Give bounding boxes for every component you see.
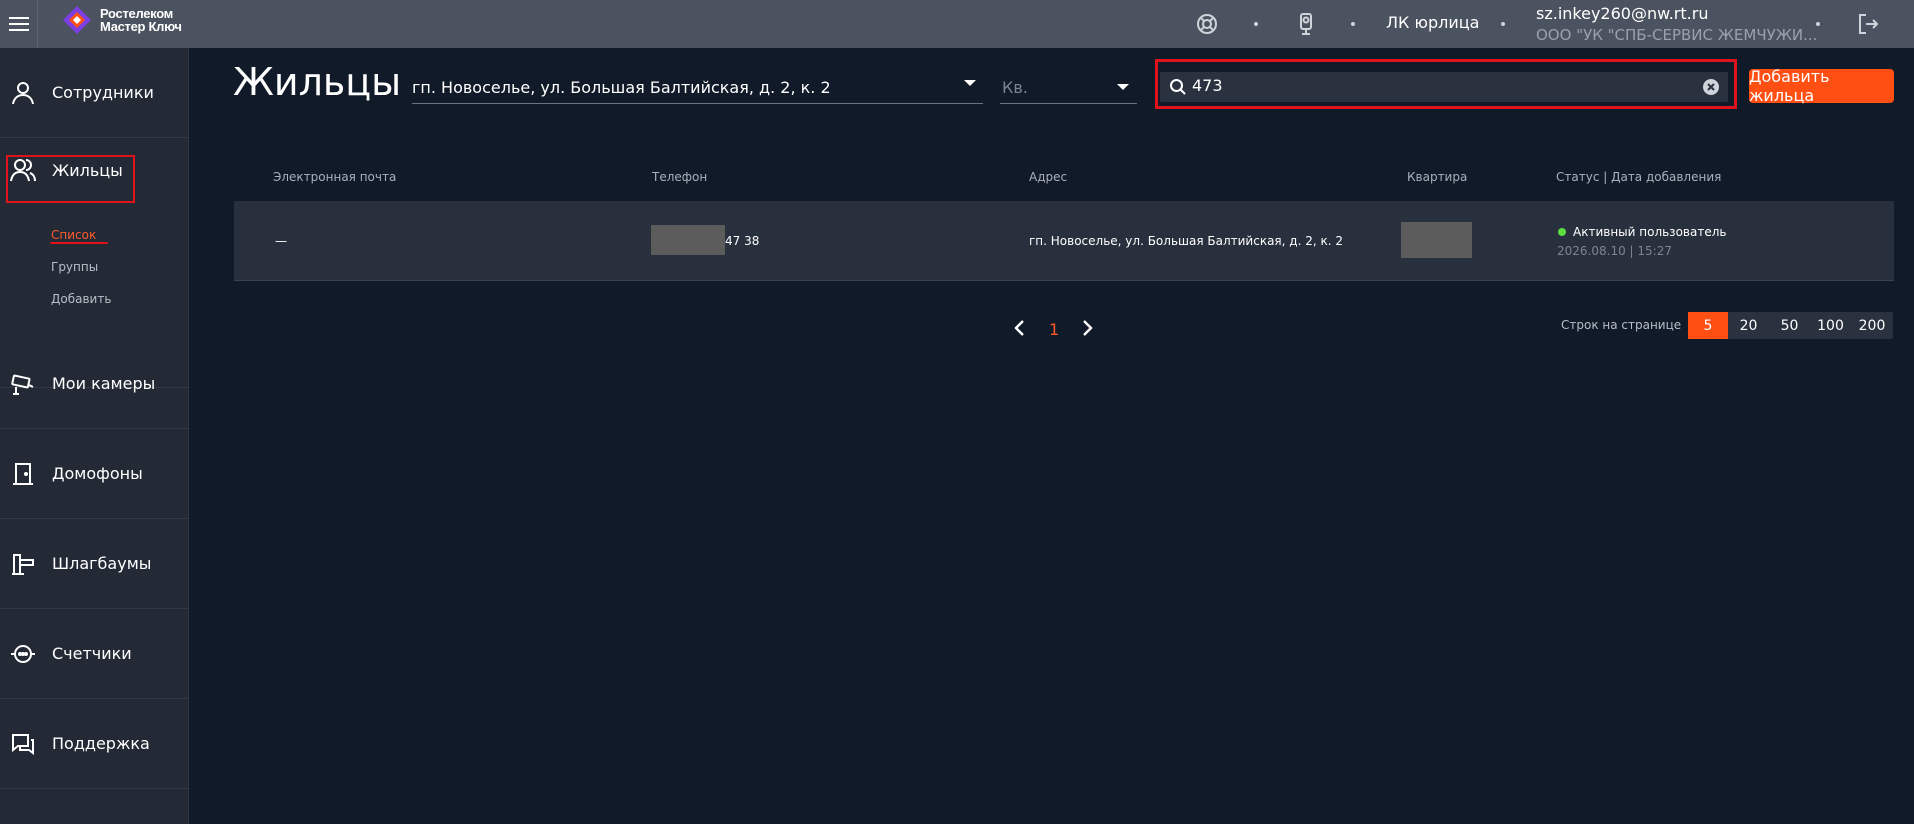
top-bar: Ростелеком Мастер Ключ ЛК юрлица sz.inke… [0,0,1914,48]
account-type[interactable]: ЛК юрлица [1386,13,1479,32]
chevron-down-icon [1117,84,1129,90]
sidebar-item-label: Шлагбаумы [52,554,152,573]
active-underline [50,242,108,244]
sidebar: Сотрудники Жильцы Список Группы Добавить… [0,48,189,824]
sidebar-item-meters[interactable]: Счетчики [0,609,189,699]
rows-option-100[interactable]: 100 [1810,312,1851,339]
meter-icon [11,644,35,663]
column-header-status[interactable]: Статус | Дата добавления [1556,170,1721,184]
submenu-groups[interactable]: Группы [51,260,98,274]
status-active-dot [1558,228,1566,236]
rows-option-200[interactable]: 200 [1851,312,1893,339]
address-select[interactable]: гп. Новоселье, ул. Большая Балтийская, д… [412,70,983,104]
add-resident-button[interactable]: Добавить жильца [1749,67,1894,105]
user-email[interactable]: sz.inkey260@nw.rt.ru [1536,4,1708,23]
logo-text: Ростелеком Мастер Ключ [100,7,182,33]
page-title: Жильцы [233,60,402,104]
sidebar-item-support[interactable]: Поддержка [0,699,189,789]
address-select-value: гп. Новоселье, ул. Большая Балтийская, д… [412,78,831,97]
rows-per-page-label: Строк на странице [1561,318,1682,332]
sidebar-item-barriers[interactable]: Шлагбаумы [0,519,189,609]
sidebar-item-label: Сотрудники [52,83,154,102]
chevron-down-icon [964,80,976,86]
cell-address: гп. Новоселье, ул. Большая Балтийская, д… [1029,234,1343,248]
barrier-icon [12,553,34,575]
column-header-address[interactable]: Адрес [1029,170,1067,184]
rows-option-50[interactable]: 50 [1769,312,1810,339]
cell-date: 2026.08.10 | 15:27 [1557,244,1672,258]
lifebuoy-icon[interactable] [1195,12,1219,36]
column-header-phone[interactable]: Телефон [652,170,707,184]
sidebar-item-label: Счетчики [52,644,132,663]
company-name: ООО "УК "СПБ-СЕРВИС ЖЕМЧУЖИ... [1536,26,1818,44]
logout-icon[interactable] [1856,12,1880,36]
sidebar-item-label: Мои камеры [52,374,156,393]
separator-dot [1254,22,1258,26]
active-item-highlight [6,155,135,203]
page-number[interactable]: 1 [1049,320,1059,339]
clear-icon[interactable] [1703,79,1719,95]
logo-mark-icon [63,6,91,34]
separator-dot [1501,22,1505,26]
rows-option-5[interactable]: 5 [1688,312,1728,339]
cell-status: Активный пользователь [1573,225,1727,239]
sidebar-item-intercoms[interactable]: Домофоны [0,429,189,519]
search-icon [1170,79,1186,95]
search-input[interactable] [1192,76,1672,95]
camera-icon [11,374,34,395]
submenu-list[interactable]: Список [51,228,96,242]
cell-email: — [275,234,287,248]
rows-option-20[interactable]: 20 [1728,312,1769,339]
separator-dot [1351,22,1355,26]
chevron-left-icon[interactable] [1010,318,1030,338]
rows-per-page-selector: 5 20 50 100 200 [1688,312,1893,339]
cell-phone: 47 38 [725,234,760,248]
sidebar-item-label: Поддержка [52,734,150,753]
apartment-placeholder: Кв. [1002,78,1028,97]
person-icon [12,81,34,104]
intercom-icon[interactable] [1294,12,1318,36]
door-icon [13,462,33,485]
menu-icon[interactable] [0,0,38,48]
sidebar-item-cameras[interactable]: Мои камеры [0,339,189,429]
table-row[interactable]: — 47 38 гп. Новоселье, ул. Большая Балти… [234,201,1894,281]
chat-icon [12,733,34,755]
redacted-phone [651,225,725,255]
chevron-right-icon[interactable] [1077,318,1097,338]
apartment-select[interactable]: Кв. [1000,70,1137,104]
column-header-apartment[interactable]: Квартира [1407,170,1467,184]
sidebar-item-employees[interactable]: Сотрудники [0,48,189,138]
sidebar-item-label: Домофоны [52,464,143,483]
logo-line2: Мастер Ключ [100,19,182,34]
submenu-add[interactable]: Добавить [51,292,111,306]
logo[interactable]: Ростелеком Мастер Ключ [62,5,182,35]
separator-dot [1816,22,1820,26]
column-header-email[interactable]: Электронная почта [273,170,396,184]
search-field[interactable] [1160,72,1728,102]
redacted-apartment [1401,222,1472,258]
